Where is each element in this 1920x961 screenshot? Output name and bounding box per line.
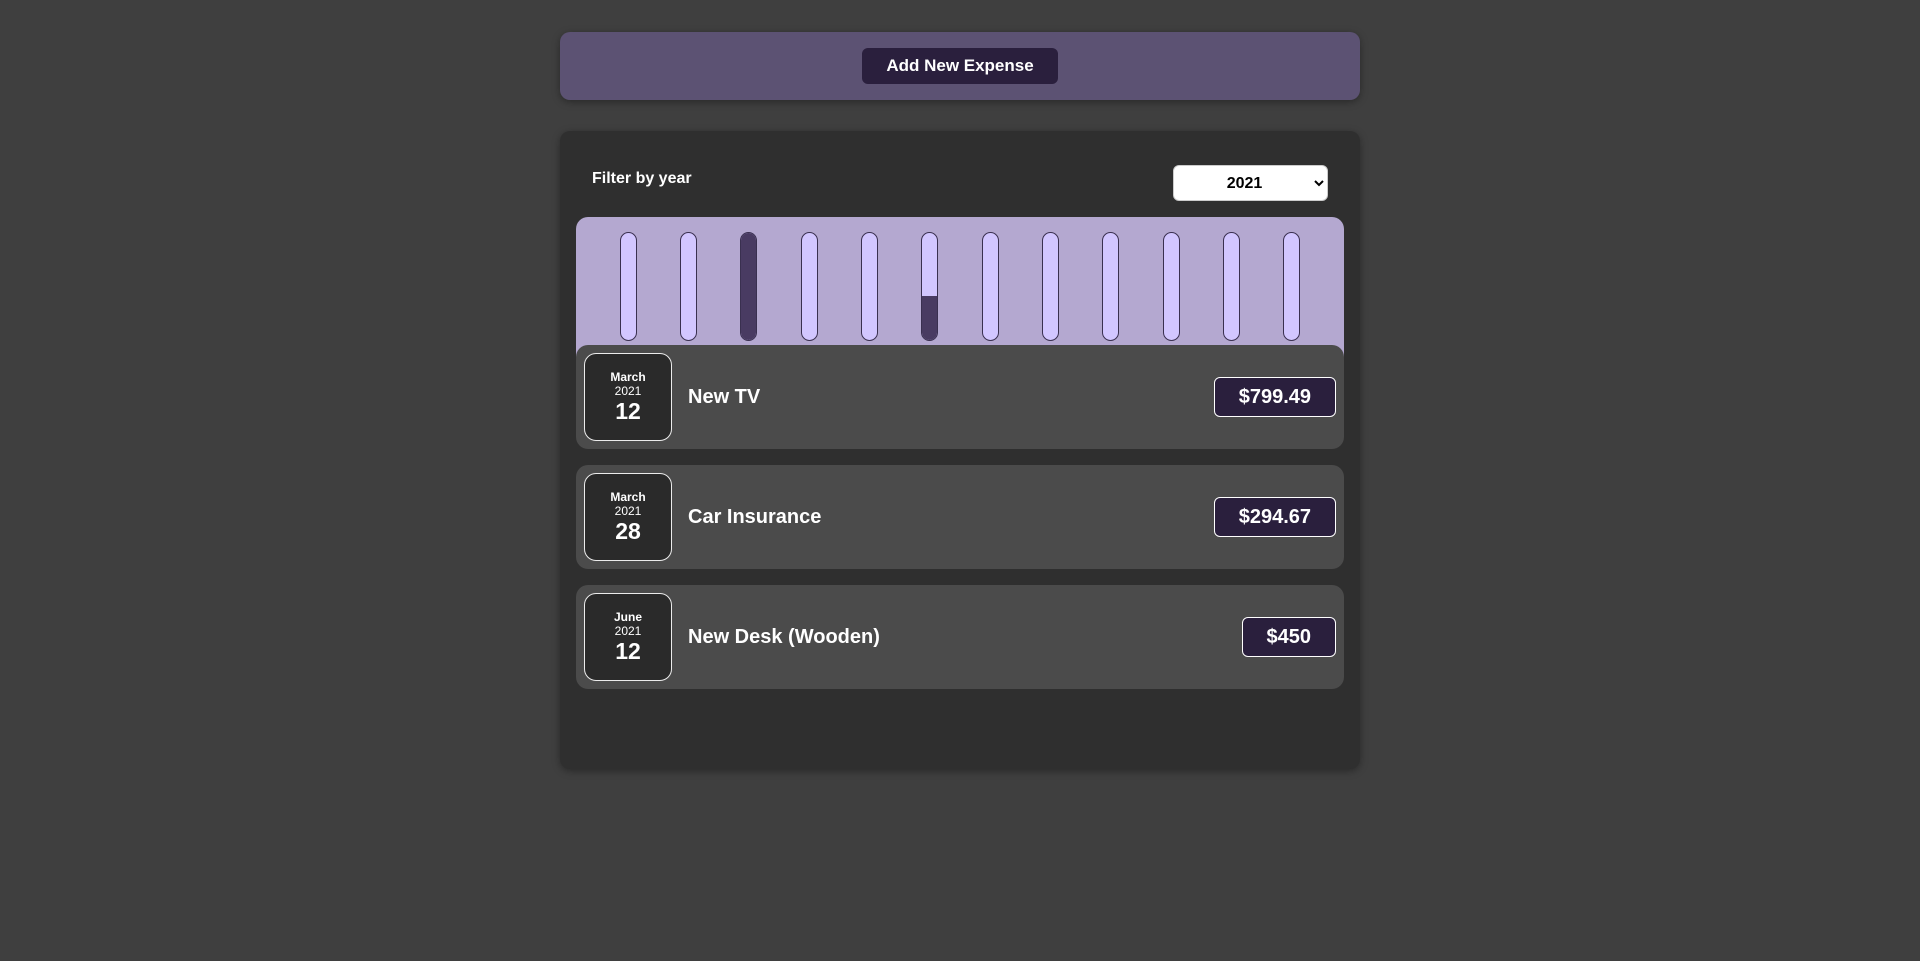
expense-date-month: March: [610, 489, 646, 504]
chart-bar-track: [1162, 232, 1180, 341]
expense-amount: $799.49: [1213, 377, 1336, 417]
expense-amount: $450: [1241, 617, 1336, 657]
expenses-panel: Filter by year 2021 JanFebMarAprMayJunJu…: [560, 131, 1360, 769]
expense-title: New Desk (Wooden): [688, 625, 880, 648]
expense-date-year: 2021: [614, 383, 642, 398]
expense-amount: $294.67: [1213, 497, 1336, 537]
chart-bar-fill: [922, 296, 938, 340]
expense-title: Car Insurance: [688, 505, 822, 528]
expense-date-month: March: [610, 369, 646, 384]
expense-date-month: June: [613, 609, 642, 624]
add-new-expense-button[interactable]: Add New Expense: [862, 48, 1058, 84]
expense-date-day: 28: [615, 517, 641, 544]
chart-bar-track: [619, 232, 637, 341]
chart-bar-track: [679, 232, 697, 341]
chart-bar-fill: [741, 233, 757, 340]
expense-date-day: 12: [615, 397, 641, 424]
expense-title: New TV: [688, 385, 761, 408]
expense-item: June 2021 12 New Desk (Wooden) $450: [576, 585, 1344, 689]
chart-bar-track: [1102, 232, 1120, 341]
expense-date-day: 12: [615, 637, 641, 664]
expense-date: June 2021 12: [584, 593, 672, 681]
chart-bar-track: [740, 232, 758, 341]
expense-date-year: 2021: [614, 623, 642, 638]
chart-bar-track: [1283, 232, 1301, 341]
chart-bar-track: [981, 232, 999, 341]
year-select[interactable]: 2021: [1173, 165, 1328, 201]
expenses-filter: Filter by year 2021: [592, 165, 1328, 201]
new-expense-panel: Add New Expense: [560, 32, 1360, 100]
expense-item: March 2021 12 New TV $799.49: [576, 345, 1344, 449]
expense-date-year: 2021: [614, 503, 642, 518]
expense-item: March 2021 28 Car Insurance $294.67: [576, 465, 1344, 569]
chart-bar-track: [921, 232, 939, 341]
chart-bar-track: [1222, 232, 1240, 341]
expense-date: March 2021 12: [584, 353, 672, 441]
chart-bar-track: [860, 232, 878, 341]
chart-bar-track: [800, 232, 818, 341]
chart-bar-track: [1041, 232, 1059, 341]
filter-label: Filter by year: [592, 170, 692, 187]
expense-date: March 2021 28: [584, 473, 672, 561]
